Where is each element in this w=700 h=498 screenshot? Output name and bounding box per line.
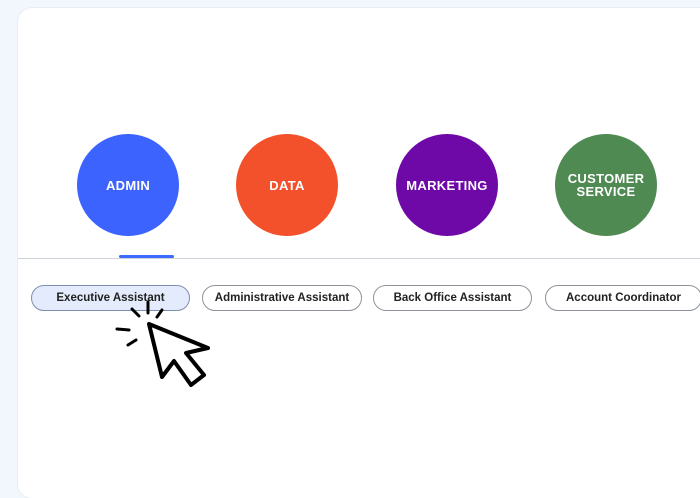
category-admin-label: ADMIN: [105, 177, 151, 193]
role-pill-back-office-assistant[interactable]: Back Office Assistant: [373, 285, 532, 311]
category-data[interactable]: DATA: [236, 134, 338, 236]
category-marketing-label: MARKETING: [406, 177, 488, 193]
category-admin[interactable]: ADMIN: [77, 134, 179, 236]
role-picker-card: ADMIN DATA MARKETING CUSTOMER SERVICE Ex…: [18, 8, 700, 498]
mouse-pointer-click-icon: [112, 296, 222, 406]
category-customer-service-label: CUSTOMER SERVICE: [567, 171, 645, 199]
category-customer-service[interactable]: CUSTOMER SERVICE: [555, 134, 657, 236]
role-pill-label: Account Coordinator: [566, 292, 681, 304]
role-pill-label: Back Office Assistant: [393, 292, 512, 304]
category-marketing[interactable]: MARKETING: [396, 134, 498, 236]
category-divider: [18, 258, 700, 259]
role-pill-account-coordinator[interactable]: Account Coordinator: [545, 285, 700, 311]
category-data-label: DATA: [269, 177, 305, 193]
role-pill-label: Administrative Assistant: [214, 292, 350, 304]
role-pill-administrative-assistant[interactable]: Administrative Assistant: [202, 285, 362, 311]
